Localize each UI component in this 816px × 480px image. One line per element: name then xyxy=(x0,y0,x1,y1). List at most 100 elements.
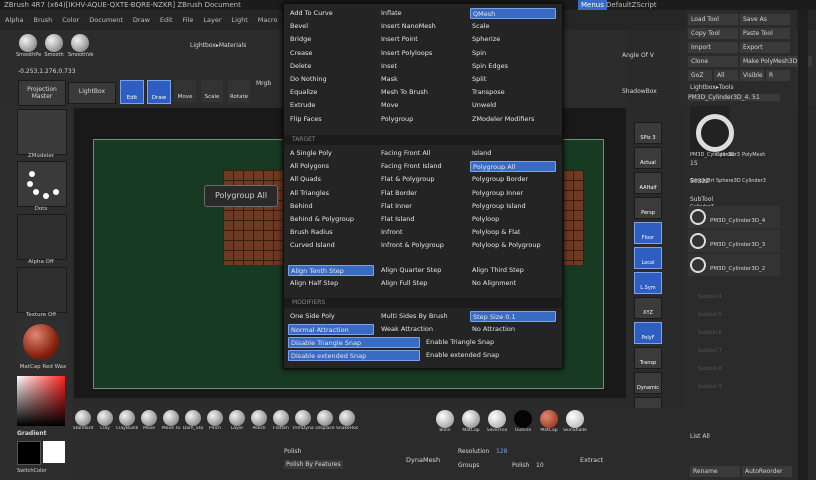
polish-by-features-label[interactable]: Polish By Features xyxy=(284,460,343,469)
menu-item[interactable]: Insert Polyloops xyxy=(379,48,465,59)
menu-item[interactable]: Infront xyxy=(379,227,465,238)
zmodeler-brush-thumb[interactable] xyxy=(17,109,67,155)
mode-move-button[interactable]: Move xyxy=(174,80,196,102)
brush-pinch[interactable]: Pinch xyxy=(204,410,226,431)
menu-modifier-item[interactable]: Disable Triangle Snap xyxy=(288,337,420,348)
menu-item[interactable]: QMesh xyxy=(470,8,556,19)
projection-master-button[interactable]: Projection Master xyxy=(18,80,66,106)
dock-aahalf-button[interactable]: AAHalf xyxy=(634,172,662,194)
tool-copy-tool-button[interactable]: Copy Tool xyxy=(688,28,738,39)
resolution-value[interactable]: 128 xyxy=(496,448,507,455)
dock-floor-button[interactable]: Floor xyxy=(634,222,662,244)
polish-slider-label[interactable]: Polish xyxy=(512,462,529,469)
alpha-thumb[interactable] xyxy=(17,214,67,260)
dock-lsym-button[interactable]: L.Sym xyxy=(634,272,662,294)
menu-modifier-item[interactable]: Enable Triangle Snap xyxy=(424,337,554,348)
extract-button[interactable]: Extract xyxy=(580,456,603,464)
brush-flatten[interactable]: Flatten xyxy=(270,410,292,431)
dynamesh-button[interactable]: DynaMesh xyxy=(406,456,440,464)
menu-item[interactable]: Infront & Polygroup xyxy=(379,240,465,251)
menu-item[interactable]: Flat Border xyxy=(379,188,465,199)
menu-item[interactable]: Brush Radius xyxy=(288,227,374,238)
menu-item[interactable]: Flat Inner xyxy=(379,201,465,212)
tool-palette-scrollbar[interactable] xyxy=(798,10,808,480)
brush-displace[interactable]: Displace xyxy=(314,410,336,431)
polish-label[interactable]: Polish xyxy=(284,448,301,455)
menu-light[interactable]: Light xyxy=(232,10,248,30)
brush-layer[interactable]: Layer xyxy=(226,410,248,431)
brush-standard[interactable]: Standard xyxy=(72,410,94,431)
brush-dam-sta[interactable]: Dam_Sta xyxy=(182,410,204,431)
subtool-row[interactable]: PM3D_Cylinder3D_4 xyxy=(688,206,780,228)
menu-color[interactable]: Color xyxy=(62,10,79,30)
menu-item[interactable]: Polygroup xyxy=(379,114,465,125)
menu-item[interactable]: Do Nothing xyxy=(288,74,374,85)
menu-modifier-item[interactable]: Multi Sides By Brush xyxy=(379,311,465,322)
menu-item[interactable]: Add To Curve xyxy=(288,8,374,19)
tool-load-tool-button[interactable]: Load Tool xyxy=(688,14,738,25)
menu-item[interactable]: Spherize xyxy=(470,34,556,45)
shadowbox-label[interactable]: ShadowBox xyxy=(622,88,657,95)
menu-item[interactable]: Crease xyxy=(288,48,374,59)
menu-item[interactable]: Move xyxy=(379,100,465,111)
top-brush-2[interactable]: SmoothVe xyxy=(68,34,93,58)
switch-color-button[interactable]: SwitchColor xyxy=(17,468,47,474)
lightbox-tools-label[interactable]: Lightbox▸Tools xyxy=(690,84,734,91)
material-blinn[interactable]: Blinn xyxy=(432,410,458,433)
color-picker[interactable] xyxy=(17,376,65,426)
material-silverfoil[interactable]: SilverFoil xyxy=(484,410,510,433)
menu-draw[interactable]: Draw xyxy=(133,10,150,30)
stroke-dots-thumb[interactable] xyxy=(17,161,67,207)
menu-file[interactable]: File xyxy=(183,10,194,30)
mode-scale-button[interactable]: Scale xyxy=(201,80,223,102)
mode-draw-button[interactable]: Draw xyxy=(147,80,171,104)
menu-item[interactable]: Unweld xyxy=(470,100,556,111)
tool-import-button[interactable]: Import xyxy=(688,42,738,53)
menu-brush[interactable]: Brush xyxy=(33,10,52,30)
menu-item[interactable]: All Triangles xyxy=(288,188,374,199)
brush-polish[interactable]: Polish xyxy=(248,410,270,431)
material-thumb[interactable] xyxy=(17,320,65,364)
menu-modifier-item[interactable]: Step Size 0.1 xyxy=(470,311,556,322)
material-matcap[interactable]: MatCap xyxy=(458,410,484,433)
menu-item[interactable]: Delete xyxy=(288,61,374,72)
menu-item[interactable]: Behind xyxy=(288,201,374,212)
tool-thumb-label[interactable]: PolyMesh xyxy=(742,152,765,158)
menu-modifier-item[interactable]: Disable extended Snap xyxy=(288,350,420,361)
material-matcap[interactable]: MatCap xyxy=(536,410,562,433)
menu-item[interactable]: Align Quarter Step xyxy=(379,265,465,276)
menu-layer[interactable]: Layer xyxy=(203,10,221,30)
primary-color-swatch[interactable] xyxy=(17,441,41,465)
menu-item[interactable]: Extrude xyxy=(288,100,374,111)
tool-all-button[interactable]: All xyxy=(714,70,738,81)
texture-thumb[interactable] xyxy=(17,267,67,313)
subtool-title[interactable]: SubTool xyxy=(690,196,713,203)
tool-goz-button[interactable]: GoZ xyxy=(688,70,712,81)
rename-button[interactable]: Rename xyxy=(690,466,740,477)
menu-item[interactable]: Equalize xyxy=(288,87,374,98)
dock-polyf-button[interactable]: PolyF xyxy=(634,322,662,344)
material-outline[interactable]: Outline xyxy=(510,410,536,433)
menu-item[interactable]: Bridge xyxy=(288,34,374,45)
mrgb-button[interactable]: Mrgb xyxy=(256,80,271,87)
dock-xyz-button[interactable]: XYZ xyxy=(634,297,662,319)
menu-item[interactable]: Polygroup Island xyxy=(470,201,556,212)
menu-modifier-item[interactable]: Enable extended Snap xyxy=(424,350,554,361)
menu-modifier-item[interactable]: One Side Poly xyxy=(288,311,374,322)
menu-document[interactable]: Document xyxy=(89,10,123,30)
menu-item[interactable]: Split xyxy=(470,74,556,85)
dock-actual-button[interactable]: Actual xyxy=(634,147,662,169)
menu-item[interactable]: Polygroup Border xyxy=(470,174,556,185)
angle-of-view-label[interactable]: Angle Of V xyxy=(622,52,654,59)
menu-item[interactable]: Polyloop & Polygroup xyxy=(470,240,556,251)
menu-modifier-item[interactable]: Weak Attraction xyxy=(379,324,465,335)
menu-modifier-item[interactable]: No Attraction xyxy=(470,324,556,335)
dock-local-button[interactable]: Local xyxy=(634,247,662,269)
brush-move-to[interactable]: Move To xyxy=(160,410,182,431)
brush-claybuildup[interactable]: ClayBuildup xyxy=(116,410,138,431)
menu-item[interactable]: No Alignment xyxy=(470,278,556,289)
menu-item[interactable]: All Quads xyxy=(288,174,374,185)
menu-item[interactable]: Bevel xyxy=(288,21,374,32)
menu-item[interactable]: Transpose xyxy=(470,87,556,98)
autoreorder-button[interactable]: AutoReorder xyxy=(742,466,792,477)
